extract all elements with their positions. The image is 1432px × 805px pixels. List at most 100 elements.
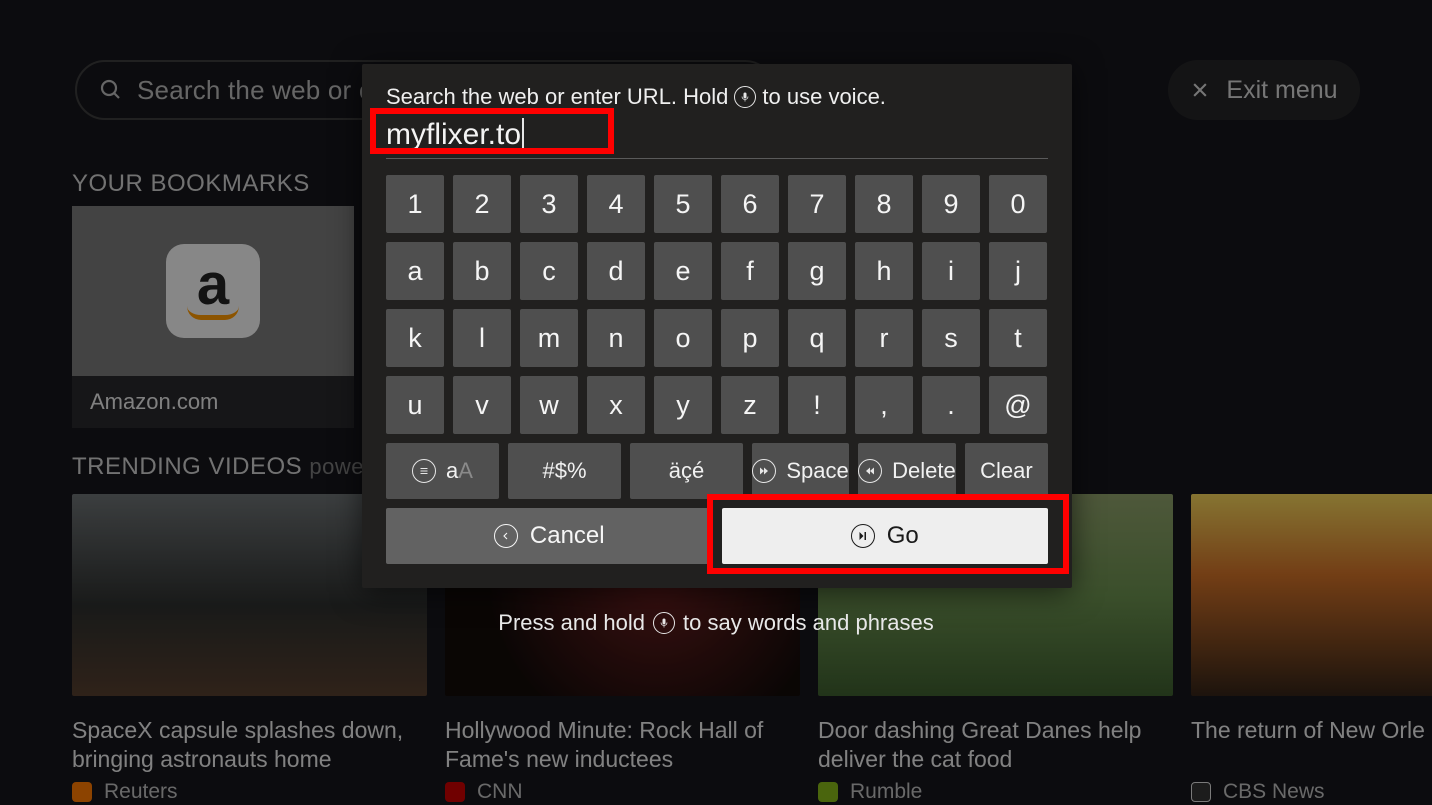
bookmark-caption: Amazon.com xyxy=(72,376,354,428)
key-b[interactable]: b xyxy=(453,242,511,300)
key-space[interactable]: Space xyxy=(752,443,849,499)
search-placeholder: Search the web or en xyxy=(137,75,388,106)
key-,[interactable]: , xyxy=(855,376,913,434)
video-source-text: Reuters xyxy=(104,780,178,804)
video-title: Hollywood Minute: Rock Hall of Fame's ne… xyxy=(445,716,800,774)
key-g[interactable]: g xyxy=(788,242,846,300)
key-h[interactable]: h xyxy=(855,242,913,300)
keyboard-keys-grid: 1234567890 abcdefghij klmnopqrst uvwxyz!,.@ xyxy=(386,175,1048,434)
back-icon xyxy=(494,524,518,548)
text-caret xyxy=(522,118,524,148)
trending-header-text: TRENDING VIDEOS xyxy=(72,453,302,480)
key-5[interactable]: 5 xyxy=(654,175,712,233)
key-m[interactable]: m xyxy=(520,309,578,367)
key-7[interactable]: 7 xyxy=(788,175,846,233)
search-icon xyxy=(99,78,123,102)
key-2[interactable]: 2 xyxy=(453,175,511,233)
video-source: Reuters xyxy=(72,780,427,804)
amazon-logo: a xyxy=(166,244,260,338)
key-8[interactable]: 8 xyxy=(855,175,913,233)
url-input[interactable]: myflixer.to xyxy=(386,118,1048,159)
source-icon xyxy=(72,782,92,802)
key-clear[interactable]: Clear xyxy=(965,443,1048,499)
key-delete-label: Delete xyxy=(892,458,956,484)
fast-forward-icon xyxy=(752,459,776,483)
onscreen-keyboard-modal: Search the web or enter URL. Hold to use… xyxy=(362,64,1072,588)
key-a[interactable]: a xyxy=(386,242,444,300)
source-icon xyxy=(445,782,465,802)
key-r[interactable]: r xyxy=(855,309,913,367)
video-title: The return of New Orle Festival xyxy=(1191,716,1432,774)
rewind-icon xyxy=(858,459,882,483)
keyboard-action-row: Cancel Go xyxy=(386,508,1048,564)
key-q[interactable]: q xyxy=(788,309,846,367)
video-source-text: CNN xyxy=(477,780,523,804)
key-1[interactable]: 1 xyxy=(386,175,444,233)
key-![interactable]: ! xyxy=(788,376,846,434)
key-0[interactable]: 0 xyxy=(989,175,1047,233)
key-y[interactable]: y xyxy=(654,376,712,434)
video-title: SpaceX capsule splashes down, bringing a… xyxy=(72,716,427,774)
go-button[interactable]: Go xyxy=(722,508,1049,564)
key-delete[interactable]: Delete xyxy=(858,443,956,499)
keyboard-prompt: Search the web or enter URL. Hold to use… xyxy=(386,84,1048,110)
key-n[interactable]: n xyxy=(587,309,645,367)
key-9[interactable]: 9 xyxy=(922,175,980,233)
source-icon xyxy=(1191,782,1211,802)
video-card[interactable]: The return of New Orle Festival CBS News xyxy=(1191,494,1432,804)
key-case-toggle[interactable]: aA xyxy=(386,443,499,499)
key-3[interactable]: 3 xyxy=(520,175,578,233)
video-source: Rumble xyxy=(818,780,1173,804)
video-thumbnail xyxy=(1191,494,1432,696)
play-pause-icon xyxy=(851,524,875,548)
key-t[interactable]: t xyxy=(989,309,1047,367)
voice-hint-prefix: Press and hold xyxy=(498,610,645,636)
video-source-text: CBS News xyxy=(1223,780,1325,804)
source-icon xyxy=(818,782,838,802)
key-o[interactable]: o xyxy=(654,309,712,367)
video-title: Door dashing Great Danes help deliver th… xyxy=(818,716,1173,774)
close-icon xyxy=(1190,80,1210,100)
key-v[interactable]: v xyxy=(453,376,511,434)
key-j[interactable]: j xyxy=(989,242,1047,300)
video-source: CBS News xyxy=(1191,780,1432,804)
key-s[interactable]: s xyxy=(922,309,980,367)
go-label: Go xyxy=(887,522,919,550)
mic-icon xyxy=(734,86,756,108)
key-e[interactable]: e xyxy=(654,242,712,300)
key-w[interactable]: w xyxy=(520,376,578,434)
key-4[interactable]: 4 xyxy=(587,175,645,233)
bookmark-thumbnail: a xyxy=(72,206,354,376)
cancel-label: Cancel xyxy=(530,522,605,550)
key-c[interactable]: c xyxy=(520,242,578,300)
key-accents[interactable]: äçé xyxy=(630,443,743,499)
cancel-button[interactable]: Cancel xyxy=(386,508,713,564)
video-source: CNN xyxy=(445,780,800,804)
prompt-suffix: to use voice. xyxy=(762,84,886,110)
key-space-label: Space xyxy=(786,458,848,484)
key-i[interactable]: i xyxy=(922,242,980,300)
key-d[interactable]: d xyxy=(587,242,645,300)
voice-hint: Press and hold to say words and phrases xyxy=(0,610,1432,636)
key-x[interactable]: x xyxy=(587,376,645,434)
key-l[interactable]: l xyxy=(453,309,511,367)
menu-icon xyxy=(412,459,436,483)
key-u[interactable]: u xyxy=(386,376,444,434)
keyboard-function-row: aA #$% äçé Space Delete Clear xyxy=(386,443,1048,499)
bookmark-tile[interactable]: a Amazon.com xyxy=(72,206,354,428)
key-6[interactable]: 6 xyxy=(721,175,779,233)
key-z[interactable]: z xyxy=(721,376,779,434)
mic-icon xyxy=(653,612,675,634)
key-symbols[interactable]: #$% xyxy=(508,443,621,499)
key-p[interactable]: p xyxy=(721,309,779,367)
key-@[interactable]: @ xyxy=(989,376,1047,434)
voice-hint-suffix: to say words and phrases xyxy=(683,610,934,636)
exit-menu-button[interactable]: Exit menu xyxy=(1168,60,1360,120)
video-source-text: Rumble xyxy=(850,780,922,804)
key-.[interactable]: . xyxy=(922,376,980,434)
prompt-prefix: Search the web or enter URL. Hold xyxy=(386,84,728,110)
bookmarks-header: YOUR BOOKMARKS xyxy=(72,170,310,198)
url-input-value: myflixer.to xyxy=(386,118,521,151)
key-k[interactable]: k xyxy=(386,309,444,367)
key-f[interactable]: f xyxy=(721,242,779,300)
